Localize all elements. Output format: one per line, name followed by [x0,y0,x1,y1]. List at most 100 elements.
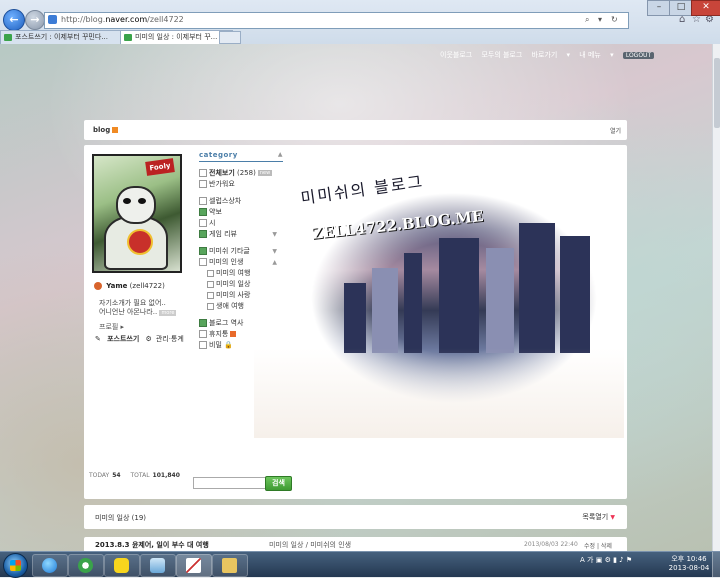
intro-more-button[interactable]: more [159,310,177,316]
category-item[interactable]: 게임 리뷰 ▼ [199,229,283,240]
naver-favicon [124,34,132,41]
blog-search-input[interactable] [193,477,269,489]
category-label: 약보 [209,208,222,216]
tray-settings-icon[interactable]: ⚙ [605,556,611,564]
shortcut-label: 바로가기 [531,51,558,59]
show-desktop-button[interactable] [712,552,720,577]
taskbar-clock[interactable]: 오후 10:46 2013-08-04 [667,555,711,573]
write-post-link[interactable]: ✎ 포스트쓰기 [95,335,139,343]
flag-icon[interactable]: ⚑ [626,556,632,564]
search-icon[interactable]: ⌕ [585,15,589,25]
profile-panel: Fooly Yame (zell4722) 자기소개가 필요 없어.. 어니언난… [89,150,184,350]
tab-title: 포스트쓰기 : 이제부터 꾸민다... [15,33,108,41]
manage-stats-link[interactable]: ⚙ 관리·통계 [146,335,188,343]
taskbar-paint-button[interactable] [176,554,212,577]
taskbar-kakaotalk-button[interactable] [104,554,140,577]
category-title[interactable]: category ▲ [199,151,283,162]
lock-icon: 🔒 [224,341,233,349]
taskbar-ie-button[interactable] [32,554,68,577]
blog-header-bar: blog 열기 [84,120,627,140]
compat-icon[interactable]: ▾ [598,15,602,24]
category-item[interactable]: 비밀 🔒 [199,340,283,351]
blog-main-frame: 미미쉬의 블로그 ZELL4722.BLOG.ME Fooly Yame (ze… [84,145,627,499]
tab-post-write[interactable]: 포스트쓰기 : 이제부터 꾸민다... [0,30,134,44]
forward-button[interactable]: → [25,10,45,30]
category-subitem[interactable]: 미미의 일상 [199,279,283,290]
post-date: 2013/08/03 22:40 [524,541,578,548]
bar-right-link[interactable]: 열기 [610,126,621,135]
browser-chrome: ← → http://blog.naver.com/zell4722 ⌕ ▾ ↻… [0,0,720,45]
tab-blog[interactable]: 미미의 일상 : 이제부터 꾸... × [120,30,233,44]
category-item[interactable]: 약보 [199,207,283,218]
shortcut-link[interactable]: 바로가기 ▾ [532,51,571,59]
window-close-button[interactable]: ✕ [691,0,720,16]
logout-button[interactable]: LOGOUT [622,52,655,59]
taskbar-explorer-button[interactable] [212,554,248,577]
search-button[interactable]: 검색 [265,476,292,491]
chevron-up-icon[interactable]: ▲ [272,257,277,268]
new-tab-button[interactable] [219,31,241,44]
blog-logo-text: blog [93,126,111,134]
doc-icon [199,197,207,205]
category-label: 셀럽스상차 [209,197,242,205]
scroll-thumb[interactable] [714,58,720,128]
window-app-icon [150,558,165,573]
category-label: 미미의 인생 [209,258,244,266]
edit-link[interactable]: 수정 [584,543,595,550]
window-minimize-button[interactable]: – [647,0,671,16]
nickname[interactable]: Yame [106,282,127,290]
my-menu-link[interactable]: 내 메뉴 ▾ [579,51,613,59]
chevron-down-icon[interactable]: ▼ [272,229,277,240]
category-subitem[interactable]: 미미의 여행 [199,268,283,279]
post-category[interactable]: 미미의 일상 / 미미쉬의 인생 [269,540,351,550]
category-item[interactable]: 미미쉬 기타글 ▼ [199,246,283,257]
profile-image[interactable]: Fooly [92,154,182,273]
avatar-medal-shape [127,229,153,255]
delete-link[interactable]: 삭제 [601,543,612,550]
neighbor-blog-link[interactable]: 이웃블로그 [440,51,472,59]
collapse-up-icon[interactable]: ▲ [278,151,283,158]
volume-icon[interactable]: ♪ [619,556,623,564]
doc-icon [199,341,207,349]
naver-favicon [4,34,12,41]
blog-logo[interactable]: blog [93,126,119,134]
start-button[interactable] [3,553,28,578]
refresh-icon[interactable]: ↻ [611,15,618,24]
avatar-logo-tag: Fooly [145,158,175,176]
taskbar-utorrent-button[interactable] [68,554,104,577]
chevron-down-icon[interactable]: ▼ [272,246,277,257]
doc-icon [207,280,214,288]
post-actions-row: ✎ 포스트쓰기 ⚙ 관리·통계 [95,334,192,344]
network-icon[interactable]: ▮ [613,556,617,564]
category-subitem[interactable]: 생애 여행 [199,301,283,312]
intro-line: 어니언난 아몬나라.. more [99,308,183,318]
window-maximize-button[interactable]: □ [669,0,693,16]
avatar-eye-shape [138,198,146,204]
taskbar-app-button[interactable] [140,554,176,577]
category-item[interactable]: 휴지통 [199,329,283,340]
category-label: 미미쉬 기타글 [209,247,250,255]
profile-link[interactable]: 프로필 ▸ [99,322,124,332]
paint-icon [186,558,201,573]
profile-intro: 자기소개가 필요 없어.. 어니언난 아몬나라.. more [99,299,183,318]
post-title[interactable]: 2013.8.3 윤제어, 일이 부수 대 여행 [95,540,209,550]
tray-app-icon[interactable]: ▣ [596,556,603,564]
category-item[interactable]: 셀럽스상차 [199,196,283,207]
category-item[interactable]: 시 [199,218,283,229]
all-blog-link[interactable]: 모두의 블로그 [481,51,522,59]
top-links: 이웃블로그 모두의 블로그 바로가기 ▾ 내 메뉴 ▾ LOGOUT [440,50,661,60]
category-item-all[interactable]: 전체보기 (258) new [199,168,283,179]
post-list-toggle[interactable]: 목록열기 ▼ [582,512,615,522]
gear-icon: ⚙ [145,335,152,343]
back-button[interactable]: ← [3,9,25,31]
category-item[interactable]: 미미의 인생 ▲ [199,257,283,268]
tab-strip: 포스트쓰기 : 이제부터 꾸민다... 미미의 일상 : 이제부터 꾸... × [0,30,720,44]
address-bar[interactable]: http://blog.naver.com/zell4722 ⌕ ▾ ↻ [44,12,629,29]
category-item[interactable]: 블로그 역사 [199,318,283,329]
lang-indicator[interactable]: A 가 [580,556,593,564]
page-scrollbar[interactable] [712,44,720,551]
category-item[interactable]: 반가워요 [199,179,283,190]
category-label: 생애 여행 [216,302,244,310]
lang-label: A [580,556,585,564]
category-subitem[interactable]: 미미의 사랑 [199,290,283,301]
